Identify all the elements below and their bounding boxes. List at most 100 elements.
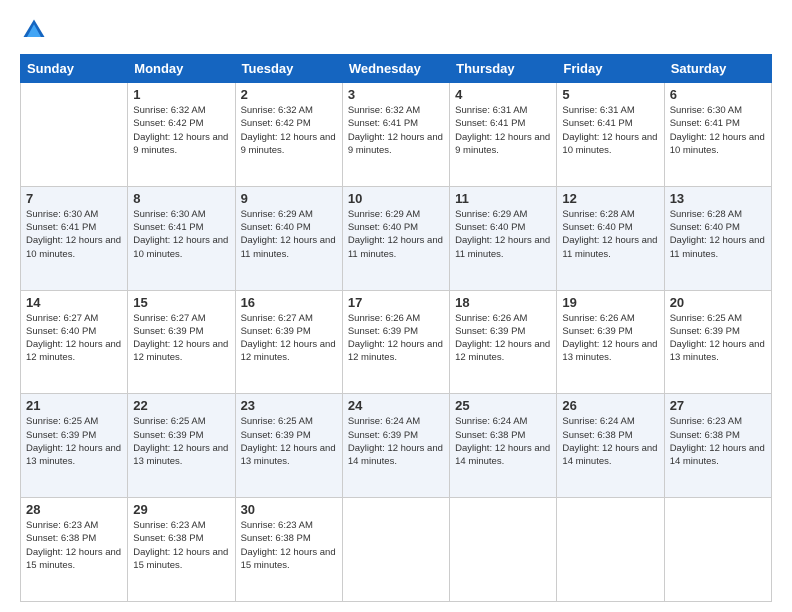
calendar-cell: 6 Sunrise: 6:30 AM Sunset: 6:41 PM Daylig… <box>664 83 771 187</box>
day-info: Sunrise: 6:23 AM Sunset: 6:38 PM Dayligh… <box>133 519 229 572</box>
calendar-cell: 12 Sunrise: 6:28 AM Sunset: 6:40 PM Dayli… <box>557 186 664 290</box>
day-number: 9 <box>241 191 337 206</box>
calendar-cell: 29 Sunrise: 6:23 AM Sunset: 6:38 PM Dayli… <box>128 498 235 602</box>
day-info: Sunrise: 6:31 AM Sunset: 6:41 PM Dayligh… <box>455 104 551 157</box>
calendar-cell: 22 Sunrise: 6:25 AM Sunset: 6:39 PM Dayli… <box>128 394 235 498</box>
logo <box>20 16 52 44</box>
day-number: 24 <box>348 398 444 413</box>
calendar-week-3: 14 Sunrise: 6:27 AM Sunset: 6:40 PM Dayli… <box>21 290 772 394</box>
day-info: Sunrise: 6:28 AM Sunset: 6:40 PM Dayligh… <box>670 208 766 261</box>
calendar-table: SundayMondayTuesdayWednesdayThursdayFrid… <box>20 54 772 602</box>
calendar-cell: 2Sunrise: 6:32 AM Sunset: 6:42 PM Daylig… <box>235 83 342 187</box>
calendar-cell: 11Sunrise: 6:29 AM Sunset: 6:40 PM Dayli… <box>450 186 557 290</box>
day-number: 23 <box>241 398 337 413</box>
calendar-cell <box>342 498 449 602</box>
calendar-week-4: 21Sunrise: 6:25 AM Sunset: 6:39 PM Dayli… <box>21 394 772 498</box>
calendar-cell: 14 Sunrise: 6:27 AM Sunset: 6:40 PM Dayli… <box>21 290 128 394</box>
day-info: Sunrise: 6:24 AM Sunset: 6:38 PM Dayligh… <box>562 415 658 468</box>
calendar-cell: 24 Sunrise: 6:24 AM Sunset: 6:39 PM Dayli… <box>342 394 449 498</box>
calendar-cell: 25 Sunrise: 6:24 AM Sunset: 6:38 PM Dayli… <box>450 394 557 498</box>
calendar-week-2: 7Sunrise: 6:30 AM Sunset: 6:41 PM Daylig… <box>21 186 772 290</box>
day-info: Sunrise: 6:25 AM Sunset: 6:39 PM Dayligh… <box>26 415 122 468</box>
day-header-wednesday: Wednesday <box>342 55 449 83</box>
calendar-cell: 17 Sunrise: 6:26 AM Sunset: 6:39 PM Dayli… <box>342 290 449 394</box>
calendar-week-1: 1 Sunrise: 6:32 AM Sunset: 6:42 PM Daylig… <box>21 83 772 187</box>
day-info: Sunrise: 6:25 AM Sunset: 6:39 PM Dayligh… <box>670 312 766 365</box>
header-row: SundayMondayTuesdayWednesdayThursdayFrid… <box>21 55 772 83</box>
day-header-tuesday: Tuesday <box>235 55 342 83</box>
header <box>20 16 772 44</box>
calendar-cell: 8 Sunrise: 6:30 AM Sunset: 6:41 PM Daylig… <box>128 186 235 290</box>
day-info: Sunrise: 6:30 AM Sunset: 6:41 PM Dayligh… <box>670 104 766 157</box>
day-number: 1 <box>133 87 229 102</box>
day-info: Sunrise: 6:26 AM Sunset: 6:39 PM Dayligh… <box>348 312 444 365</box>
calendar-cell: 27 Sunrise: 6:23 AM Sunset: 6:38 PM Dayli… <box>664 394 771 498</box>
day-number: 12 <box>562 191 658 206</box>
day-header-friday: Friday <box>557 55 664 83</box>
calendar-cell: 28Sunrise: 6:23 AM Sunset: 6:38 PM Dayli… <box>21 498 128 602</box>
day-info: Sunrise: 6:25 AM Sunset: 6:39 PM Dayligh… <box>133 415 229 468</box>
day-info: Sunrise: 6:23 AM Sunset: 6:38 PM Dayligh… <box>241 519 337 572</box>
day-info: Sunrise: 6:29 AM Sunset: 6:40 PM Dayligh… <box>455 208 551 261</box>
calendar-cell: 20 Sunrise: 6:25 AM Sunset: 6:39 PM Dayli… <box>664 290 771 394</box>
day-info: Sunrise: 6:30 AM Sunset: 6:41 PM Dayligh… <box>26 208 122 261</box>
day-number: 8 <box>133 191 229 206</box>
calendar-cell: 13 Sunrise: 6:28 AM Sunset: 6:40 PM Dayli… <box>664 186 771 290</box>
day-info: Sunrise: 6:32 AM Sunset: 6:42 PM Dayligh… <box>133 104 229 157</box>
day-number: 3 <box>348 87 444 102</box>
page: SundayMondayTuesdayWednesdayThursdayFrid… <box>0 0 792 612</box>
day-info: Sunrise: 6:27 AM Sunset: 6:40 PM Dayligh… <box>26 312 122 365</box>
day-number: 6 <box>670 87 766 102</box>
day-info: Sunrise: 6:29 AM Sunset: 6:40 PM Dayligh… <box>241 208 337 261</box>
day-header-thursday: Thursday <box>450 55 557 83</box>
calendar-cell: 7Sunrise: 6:30 AM Sunset: 6:41 PM Daylig… <box>21 186 128 290</box>
day-number: 25 <box>455 398 551 413</box>
day-number: 13 <box>670 191 766 206</box>
day-info: Sunrise: 6:28 AM Sunset: 6:40 PM Dayligh… <box>562 208 658 261</box>
day-number: 22 <box>133 398 229 413</box>
day-number: 20 <box>670 295 766 310</box>
day-info: Sunrise: 6:30 AM Sunset: 6:41 PM Dayligh… <box>133 208 229 261</box>
calendar-cell: 1 Sunrise: 6:32 AM Sunset: 6:42 PM Daylig… <box>128 83 235 187</box>
calendar-cell: 4 Sunrise: 6:31 AM Sunset: 6:41 PM Daylig… <box>450 83 557 187</box>
calendar-cell: 15 Sunrise: 6:27 AM Sunset: 6:39 PM Dayli… <box>128 290 235 394</box>
day-info: Sunrise: 6:23 AM Sunset: 6:38 PM Dayligh… <box>670 415 766 468</box>
calendar-cell <box>21 83 128 187</box>
logo-icon <box>20 16 48 44</box>
day-info: Sunrise: 6:24 AM Sunset: 6:38 PM Dayligh… <box>455 415 551 468</box>
calendar-cell: 23 Sunrise: 6:25 AM Sunset: 6:39 PM Dayli… <box>235 394 342 498</box>
day-number: 10 <box>348 191 444 206</box>
calendar-cell: 26 Sunrise: 6:24 AM Sunset: 6:38 PM Dayli… <box>557 394 664 498</box>
day-header-monday: Monday <box>128 55 235 83</box>
day-number: 16 <box>241 295 337 310</box>
day-number: 17 <box>348 295 444 310</box>
day-info: Sunrise: 6:29 AM Sunset: 6:40 PM Dayligh… <box>348 208 444 261</box>
calendar-cell: 19 Sunrise: 6:26 AM Sunset: 6:39 PM Dayli… <box>557 290 664 394</box>
calendar-cell: 5Sunrise: 6:31 AM Sunset: 6:41 PM Daylig… <box>557 83 664 187</box>
calendar-cell: 10 Sunrise: 6:29 AM Sunset: 6:40 PM Dayli… <box>342 186 449 290</box>
day-number: 2 <box>241 87 337 102</box>
day-number: 26 <box>562 398 658 413</box>
day-number: 30 <box>241 502 337 517</box>
calendar-cell: 21Sunrise: 6:25 AM Sunset: 6:39 PM Dayli… <box>21 394 128 498</box>
calendar-cell: 9 Sunrise: 6:29 AM Sunset: 6:40 PM Daylig… <box>235 186 342 290</box>
day-info: Sunrise: 6:32 AM Sunset: 6:41 PM Dayligh… <box>348 104 444 157</box>
calendar-cell <box>664 498 771 602</box>
day-info: Sunrise: 6:24 AM Sunset: 6:39 PM Dayligh… <box>348 415 444 468</box>
day-number: 27 <box>670 398 766 413</box>
day-number: 19 <box>562 295 658 310</box>
day-info: Sunrise: 6:31 AM Sunset: 6:41 PM Dayligh… <box>562 104 658 157</box>
calendar-week-5: 28Sunrise: 6:23 AM Sunset: 6:38 PM Dayli… <box>21 498 772 602</box>
calendar-cell: 3 Sunrise: 6:32 AM Sunset: 6:41 PM Daylig… <box>342 83 449 187</box>
day-number: 15 <box>133 295 229 310</box>
day-number: 4 <box>455 87 551 102</box>
day-info: Sunrise: 6:25 AM Sunset: 6:39 PM Dayligh… <box>241 415 337 468</box>
day-header-saturday: Saturday <box>664 55 771 83</box>
day-number: 29 <box>133 502 229 517</box>
day-info: Sunrise: 6:27 AM Sunset: 6:39 PM Dayligh… <box>133 312 229 365</box>
calendar-cell: 18Sunrise: 6:26 AM Sunset: 6:39 PM Dayli… <box>450 290 557 394</box>
calendar-cell: 16Sunrise: 6:27 AM Sunset: 6:39 PM Dayli… <box>235 290 342 394</box>
day-info: Sunrise: 6:26 AM Sunset: 6:39 PM Dayligh… <box>562 312 658 365</box>
day-number: 18 <box>455 295 551 310</box>
day-number: 14 <box>26 295 122 310</box>
